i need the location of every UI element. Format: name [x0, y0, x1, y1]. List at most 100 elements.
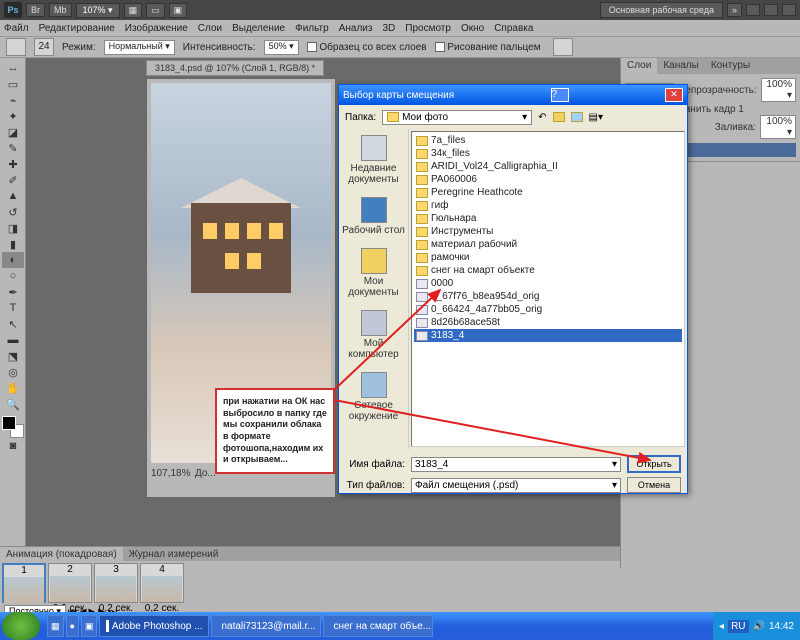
folder-item[interactable]: снег на смарт объекте [414, 264, 682, 277]
quick-launch-icon[interactable]: ▦ [47, 615, 64, 637]
quick-launch-icon[interactable]: ● [66, 615, 79, 637]
tab-animation[interactable]: Анимация (покадровая) [0, 547, 123, 561]
folder-item[interactable]: PA060006 [414, 173, 682, 186]
quick-launch-icon[interactable]: ▣ [81, 615, 98, 637]
sidebar-recent[interactable]: Недавние документы [339, 129, 408, 191]
tool-preset-icon[interactable] [6, 38, 26, 56]
menu-layer[interactable]: Слои [198, 23, 222, 34]
color-swatches[interactable] [2, 416, 24, 438]
brush-preset-icon[interactable]: 24 [34, 38, 54, 56]
animation-frame[interactable]: 40,2 сек. [140, 563, 184, 603]
eyedropper-tool-icon[interactable]: ✎ [2, 140, 24, 156]
smudge-tool-icon[interactable]: ◐ [2, 252, 24, 268]
menu-filter[interactable]: Фильтр [295, 23, 329, 34]
folder-item[interactable]: Гюльнара [414, 212, 682, 225]
tablet-pressure-icon[interactable] [553, 38, 573, 56]
screen-mode-icon[interactable]: ▣ [169, 3, 188, 18]
tab-layers[interactable]: Слои [621, 58, 657, 74]
up-icon[interactable] [553, 112, 565, 122]
folder-item[interactable]: Инструменты [414, 225, 682, 238]
folder-item[interactable]: материал рабочий [414, 238, 682, 251]
minibridge-button[interactable]: Mb [49, 3, 72, 17]
folder-item[interactable]: рамочки [414, 251, 682, 264]
tab-measurement[interactable]: Журнал измерений [123, 547, 225, 561]
blend-mode-select[interactable]: Нормальный ▾ [104, 40, 175, 55]
maximize-icon[interactable] [764, 4, 778, 16]
back-icon[interactable]: ↶ [538, 112, 546, 123]
filetype-select[interactable]: Файл смещения (.psd)▾ [411, 478, 621, 493]
fingerpaint-checkbox[interactable] [435, 42, 445, 52]
opacity-field[interactable]: 100% ▾ [761, 78, 796, 102]
folder-item[interactable]: 34к_files [414, 147, 682, 160]
dodge-tool-icon[interactable]: ○ [2, 268, 24, 284]
eraser-tool-icon[interactable]: ◨ [2, 220, 24, 236]
brush-tool-icon[interactable]: ✐ [2, 172, 24, 188]
tab-paths[interactable]: Контуры [705, 58, 756, 74]
lasso-tool-icon[interactable]: ⌁ [2, 92, 24, 108]
3d-tool-icon[interactable]: ⬔ [2, 348, 24, 364]
intensity-field[interactable]: 50% ▾ [264, 40, 299, 55]
crop-tool-icon[interactable]: ◪ [2, 124, 24, 140]
open-button[interactable]: Открыть [627, 455, 681, 473]
menu-analysis[interactable]: Анализ [339, 23, 373, 34]
new-folder-icon[interactable] [571, 112, 583, 122]
file-list[interactable]: 7a_files34к_filesARIDI_Vol24_Calligraphi… [411, 131, 685, 447]
file-item[interactable]: 0000 [414, 277, 682, 290]
bridge-button[interactable]: Br [26, 3, 45, 17]
start-button[interactable] [2, 612, 40, 640]
file-item[interactable]: 0_67f76_b8ea954d_orig [414, 290, 682, 303]
hand-tool-icon[interactable]: ✋ [2, 380, 24, 396]
path-tool-icon[interactable]: ↖ [2, 316, 24, 332]
quickmask-icon[interactable]: ◙ [2, 438, 24, 454]
zoom-level[interactable]: 107% ▾ [76, 3, 120, 18]
workspace-switcher[interactable]: Основная рабочая среда [600, 2, 723, 18]
menu-help[interactable]: Справка [494, 23, 533, 34]
cancel-button[interactable]: Отмена [627, 477, 681, 493]
folder-item[interactable]: 7a_files [414, 134, 682, 147]
dialog-titlebar[interactable]: Выбор карты смещения ? ✕ [339, 85, 687, 105]
animation-frame[interactable]: 30,2 сек. [94, 563, 138, 603]
healing-tool-icon[interactable]: ✚ [2, 156, 24, 172]
pen-tool-icon[interactable]: ✒ [2, 284, 24, 300]
marquee-tool-icon[interactable]: ▭ [2, 76, 24, 92]
tab-channels[interactable]: Каналы [657, 58, 705, 74]
animation-frame[interactable]: 10,2 сек. [2, 563, 46, 603]
file-item[interactable]: 3183_4 [414, 329, 682, 342]
menu-edit[interactable]: Редактирование [39, 23, 115, 34]
folder-item[interactable]: ARIDI_Vol24_Calligraphia_II [414, 160, 682, 173]
minimize-icon[interactable] [746, 4, 760, 16]
tray-icon[interactable]: ◂ [719, 621, 724, 632]
sample-all-checkbox[interactable] [307, 42, 317, 52]
menu-3d[interactable]: 3D [382, 23, 395, 34]
fill-field[interactable]: 100% ▾ [760, 115, 796, 139]
menu-view[interactable]: Просмотр [405, 23, 451, 34]
menu-image[interactable]: Изображение [125, 23, 188, 34]
folder-item[interactable]: гиф [414, 199, 682, 212]
view-menu-icon[interactable]: ▤▾ [589, 112, 603, 123]
wand-tool-icon[interactable]: ✦ [2, 108, 24, 124]
dialog-help-icon[interactable]: ? [551, 88, 569, 102]
arrange-icon[interactable]: ▭ [146, 3, 165, 18]
gradient-tool-icon[interactable]: ▮ [2, 236, 24, 252]
stamp-tool-icon[interactable]: ▲ [2, 188, 24, 204]
sidebar-computer[interactable]: Мой компьютер [339, 304, 408, 366]
taskbar-item[interactable]: natali73123@mail.r... [211, 615, 321, 637]
zoom-tool-icon[interactable]: 🔍 [2, 396, 24, 412]
taskbar-item[interactable]: снег на смарт объе... [323, 615, 433, 637]
sidebar-desktop[interactable]: Рабочий стол [339, 191, 408, 242]
fg-color-swatch[interactable] [2, 416, 16, 430]
document-tab[interactable]: 3183_4.psd @ 107% (Слой 1, RGB/8) * [146, 60, 324, 76]
menu-select[interactable]: Выделение [232, 23, 285, 34]
language-indicator[interactable]: RU [728, 620, 748, 633]
view-extras-icon[interactable]: ▦ [124, 3, 143, 18]
menu-file[interactable]: Файл [4, 23, 29, 34]
file-item[interactable]: 8d26b68ace58t [414, 316, 682, 329]
taskbar-item[interactable]: Adobe Photoshop ... [99, 615, 209, 637]
animation-frame[interactable]: 20,2 сек. [48, 563, 92, 603]
sidebar-network[interactable]: Сетевое окружение [339, 366, 408, 428]
history-brush-icon[interactable]: ↺ [2, 204, 24, 220]
workspace-expand[interactable]: » [727, 3, 742, 17]
dialog-close-icon[interactable]: ✕ [665, 88, 683, 102]
sidebar-mydocs[interactable]: Мои документы [339, 242, 408, 304]
close-icon[interactable] [782, 4, 796, 16]
